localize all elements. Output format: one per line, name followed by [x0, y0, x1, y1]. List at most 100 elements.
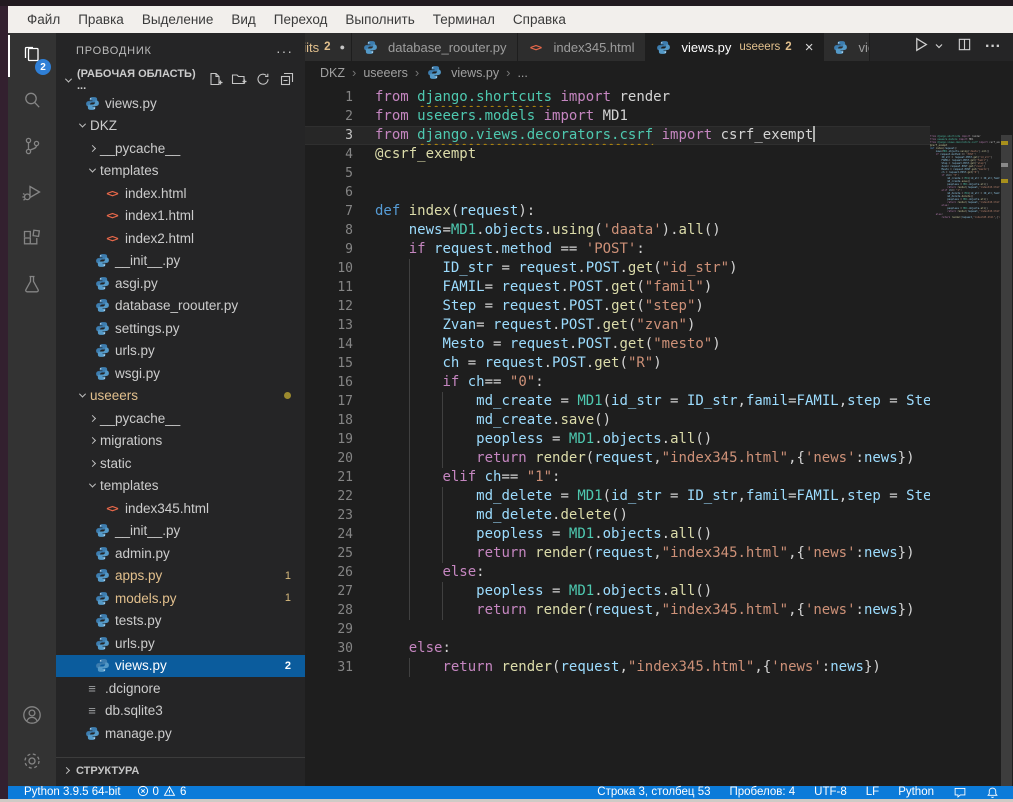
close-icon[interactable]: ×	[805, 40, 814, 55]
code-line[interactable]: 9 if request.method == 'POST':	[305, 240, 930, 259]
tree-item-models.py[interactable]: models.py1	[56, 587, 305, 610]
tree-item-.dcignore[interactable]: ≡.dcignore	[56, 677, 305, 700]
tab-views.py[interactable]: views.pyuseeers2×	[646, 33, 825, 61]
indentation-status[interactable]: Пробелов: 4	[722, 786, 804, 799]
account-button[interactable]	[8, 694, 56, 740]
breadcrumb-item-...[interactable]: ...	[517, 66, 527, 80]
run-dropdown-chevron-icon[interactable]	[942, 38, 944, 56]
menu-item-Вид[interactable]: Вид	[222, 10, 264, 29]
refresh-icon[interactable]	[255, 71, 271, 90]
tab-index345.html[interactable]: <>index345.html	[518, 33, 646, 61]
code-editor[interactable]: 1from django.shortcuts import render2fro…	[305, 84, 1013, 786]
code-line[interactable]: 19 peopless = MD1.objects.all()	[305, 430, 930, 449]
explorer-more-actions-button[interactable]: ···	[276, 43, 293, 59]
code-line[interactable]: 27 peopless = MD1.objects.all()	[305, 582, 930, 601]
code-line[interactable]: 25 return render(request,"index345.html"…	[305, 544, 930, 563]
tab-vie[interactable]: vie	[824, 33, 870, 61]
run-button[interactable]	[912, 36, 929, 58]
code-line[interactable]: 28 return render(request,"index345.html"…	[305, 601, 930, 620]
breadcrumb-item-DKZ[interactable]: DKZ	[320, 66, 345, 80]
tree-item-__init__.py[interactable]: __init__.py	[56, 520, 305, 543]
scrollbar-thumb[interactable]	[1001, 135, 1012, 786]
outline-section-header[interactable]: СТРУКТУРА	[56, 757, 305, 783]
code-line[interactable]: 3from django.views.decorators.csrf impor…	[305, 126, 930, 145]
code-line[interactable]: 13 Zvan= request.POST.get("zvan")	[305, 316, 930, 335]
tree-item-asgi.py[interactable]: asgi.py	[56, 272, 305, 295]
tree-item-db.sqlite3[interactable]: ≡db.sqlite3	[56, 700, 305, 723]
collapse-folders-icon[interactable]	[279, 71, 295, 90]
tree-item-views.py[interactable]: views.py2	[56, 655, 305, 678]
tree-item-index2.html[interactable]: <>index2.html	[56, 227, 305, 250]
code-line[interactable]: 4@csrf_exempt	[305, 145, 930, 164]
tree-item-static[interactable]: static	[56, 452, 305, 475]
tree-item-migrations[interactable]: migrations	[56, 430, 305, 453]
vertical-scrollbar[interactable]	[1000, 135, 1013, 786]
more-actions-button[interactable]: ···	[985, 38, 1001, 56]
menu-item-Файл[interactable]: Файл	[18, 10, 69, 29]
notifications-bell-icon[interactable]	[978, 786, 1007, 799]
code-line[interactable]: 11 FAMIL= request.POST.get("famil")	[305, 278, 930, 297]
code-line[interactable]: 16 if ch== "0":	[305, 373, 930, 392]
tree-item-urls.py[interactable]: urls.py	[56, 632, 305, 655]
menu-item-Правка[interactable]: Правка	[69, 10, 133, 29]
split-editor-button[interactable]	[957, 37, 972, 57]
code-line[interactable]: 31 return render(request,"index345.html"…	[305, 658, 930, 677]
menu-item-Справка[interactable]: Справка	[504, 10, 575, 29]
breadcrumb-item-useeers[interactable]: useeers	[363, 66, 407, 80]
cursor-position-status[interactable]: Строка 3, столбец 53	[589, 786, 718, 799]
code-line[interactable]: 15 ch = request.POST.get("R")	[305, 354, 930, 373]
tree-item-__pycache__[interactable]: __pycache__	[56, 407, 305, 430]
code-line[interactable]: 20 return render(request,"index345.html"…	[305, 449, 930, 468]
run-debug-activity-button[interactable]	[8, 171, 56, 217]
new-folder-icon[interactable]	[231, 71, 247, 90]
tree-item-settings.py[interactable]: settings.py	[56, 317, 305, 340]
code-line[interactable]: 2from useeers.models import MD1	[305, 107, 930, 126]
code-line[interactable]: 14 Mesto = request.POST.get("mesto")	[305, 335, 930, 354]
code-line[interactable]: 18 md_create.save()	[305, 411, 930, 430]
code-line[interactable]: 17 md_create = MD1(id_str = ID_str,famil…	[305, 392, 930, 411]
code-line[interactable]: 30 else:	[305, 639, 930, 658]
encoding-status[interactable]: UTF-8	[806, 786, 855, 799]
tree-item-tests.py[interactable]: tests.py	[56, 610, 305, 633]
tree-item-admin.py[interactable]: admin.py	[56, 542, 305, 565]
menu-item-Переход[interactable]: Переход	[265, 10, 337, 29]
code-line[interactable]: 5	[305, 164, 930, 183]
eol-status[interactable]: LF	[858, 786, 887, 799]
tree-item-__pycache__[interactable]: __pycache__	[56, 137, 305, 160]
code-line[interactable]: 21 elif ch== "1":	[305, 468, 930, 487]
code-line[interactable]: 6	[305, 183, 930, 202]
tree-item-useeers[interactable]: useeers	[56, 385, 305, 408]
tree-item-apps.py[interactable]: apps.py1	[56, 565, 305, 588]
menu-item-Выполнить[interactable]: Выполнить	[336, 10, 423, 29]
code-line[interactable]: 10 ID_str = request.POST.get("id_str")	[305, 259, 930, 278]
extensions-activity-button[interactable]	[8, 217, 56, 263]
tree-item-index.html[interactable]: <>index.html	[56, 182, 305, 205]
minimap[interactable]: from django.shortcuts import renderfrom …	[930, 135, 1000, 635]
tree-item-manage.py[interactable]: manage.py	[56, 722, 305, 745]
new-file-icon[interactable]	[207, 71, 223, 90]
settings-button[interactable]	[8, 740, 56, 786]
tree-item-wsgi.py[interactable]: wsgi.py	[56, 362, 305, 385]
tab-database_roouter.py[interactable]: database_roouter.py	[352, 33, 518, 61]
code-line[interactable]: 29	[305, 620, 930, 639]
search-activity-button[interactable]	[8, 79, 56, 125]
explorer-activity-button[interactable]: 2	[8, 33, 56, 79]
tree-item-urls.py[interactable]: urls.py	[56, 340, 305, 363]
code-line[interactable]: 24 peopless = MD1.objects.all()	[305, 525, 930, 544]
code-line[interactable]: 22 md_delete = MD1(id_str = ID_str,famil…	[305, 487, 930, 506]
tree-item-__init__.py[interactable]: __init__.py	[56, 250, 305, 273]
python-interpreter-status[interactable]: Python 3.9.5 64-bit	[16, 786, 129, 799]
tree-item-templates[interactable]: templates	[56, 160, 305, 183]
tree-item-index1.html[interactable]: <>index1.html	[56, 205, 305, 228]
code-line[interactable]: 7def index(request):	[305, 202, 930, 221]
tab-diiits[interactable]: diiits2●	[305, 33, 352, 61]
feedback-icon[interactable]	[945, 786, 975, 799]
tree-item-views.py[interactable]: views.py	[56, 92, 305, 115]
testing-activity-button[interactable]	[8, 263, 56, 309]
tree-item-database_roouter.py[interactable]: database_roouter.py	[56, 295, 305, 318]
language-mode-status[interactable]: Python	[890, 786, 942, 799]
code-line[interactable]: 12 Step = request.POST.get("step")	[305, 297, 930, 316]
tree-item-DKZ[interactable]: DKZ	[56, 115, 305, 138]
workspace-section-header[interactable]: (РАБОЧАЯ ОБЛАСТЬ) ...	[56, 68, 305, 92]
source-control-activity-button[interactable]	[8, 125, 56, 171]
